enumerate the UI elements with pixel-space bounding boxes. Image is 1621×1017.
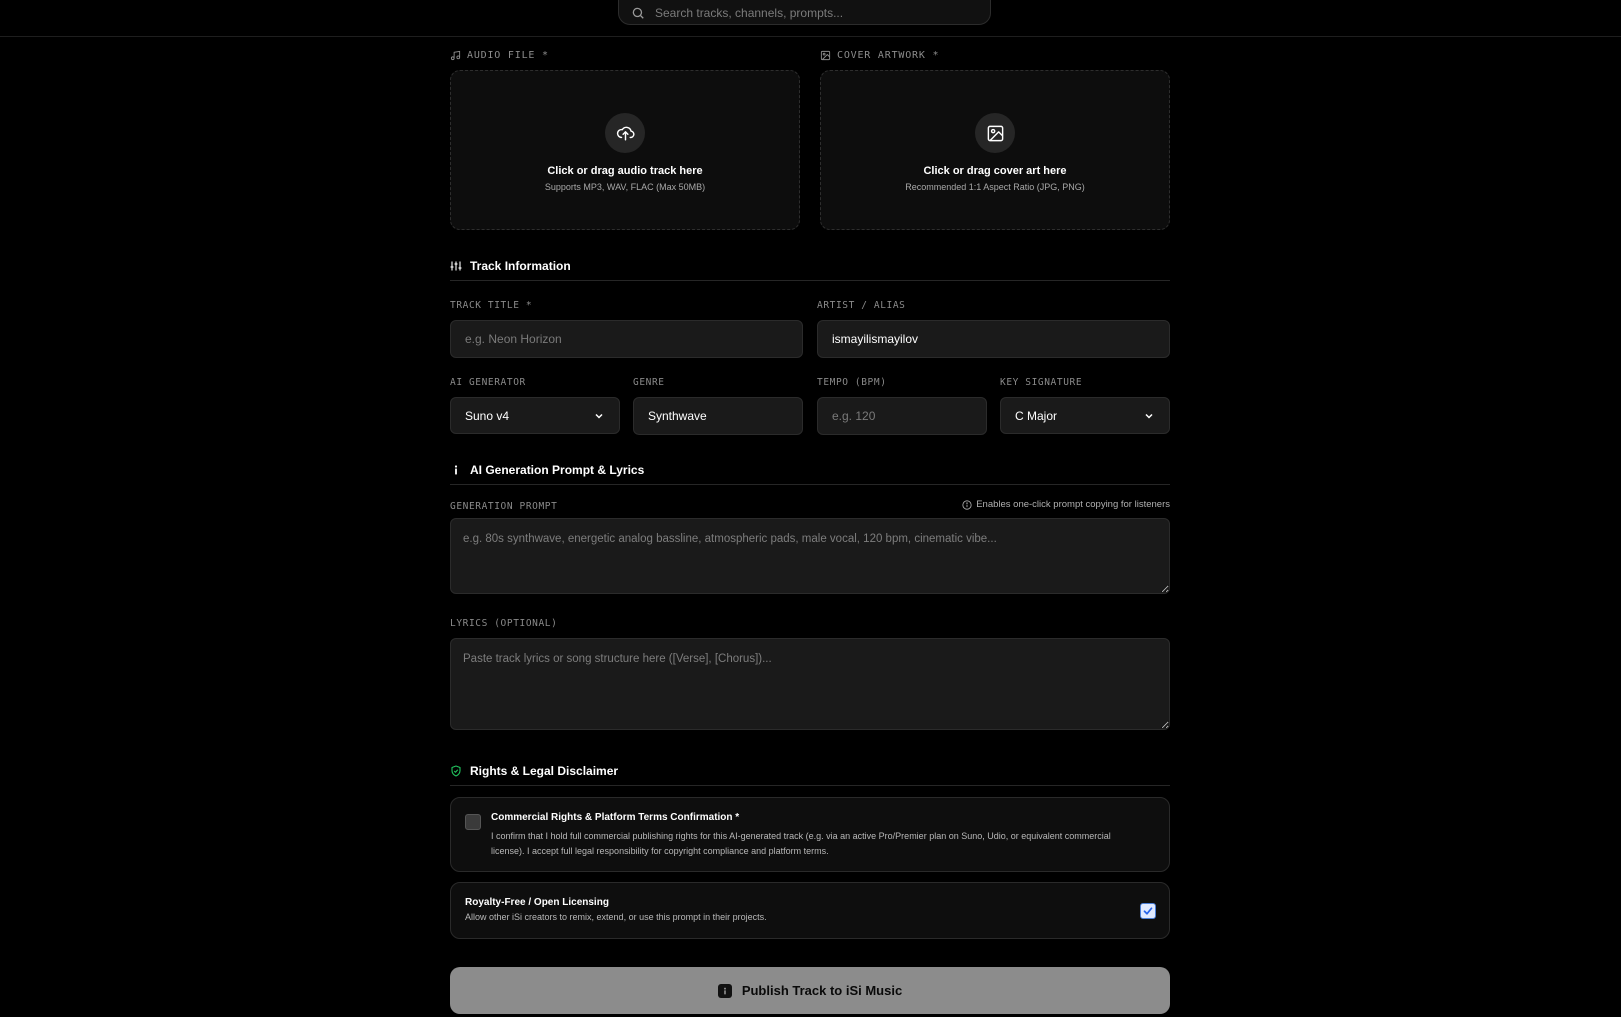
shield-check-icon: [451, 764, 461, 777]
audio-dropzone-title: Click or drag audio track here: [547, 165, 703, 177]
generation-prompt-label: GENERATION PROMPT: [450, 501, 558, 512]
isi-logo-icon: [454, 464, 458, 474]
cover-artwork-label: COVER ARTWORK *: [820, 50, 939, 61]
track-title-input[interactable]: [450, 320, 803, 358]
commercial-rights-text: I confirm that I hold full commercial pu…: [491, 831, 1111, 856]
commercial-rights-checkbox[interactable]: [465, 814, 481, 830]
key-signature-label: KEY SIGNATURE: [1000, 377, 1083, 388]
cloud-upload-icon: [616, 126, 635, 141]
music-note-icon: [450, 50, 461, 61]
audio-file-label: AUDIO FILE *: [450, 50, 549, 61]
key-signature-select[interactable]: C Major: [1000, 397, 1170, 434]
tempo-input[interactable]: [817, 397, 987, 435]
royalty-free-card[interactable]: Royalty-Free / Open Licensing Allow othe…: [450, 882, 1170, 939]
check-icon: [1143, 907, 1153, 915]
search-input[interactable]: Search tracks, channels, prompts...: [655, 6, 843, 20]
publish-track-button[interactable]: Publish Track to iSi Music: [450, 967, 1170, 1014]
generation-prompt-textarea[interactable]: [450, 518, 1170, 594]
ai-generator-select[interactable]: Suno v4: [450, 397, 620, 434]
image-icon-circle: [975, 113, 1015, 153]
prompt-hint: Enables one-click prompt copying for lis…: [962, 499, 1170, 510]
cover-dropzone-subtitle: Recommended 1:1 Aspect Ratio (JPG, PNG): [905, 182, 1085, 192]
image-icon: [987, 125, 1003, 141]
audio-dropzone-subtitle: Supports MP3, WAV, FLAC (Max 50MB): [544, 182, 706, 192]
track-title-label: TRACK TITLE *: [450, 300, 533, 311]
chevron-down-icon: [1145, 413, 1153, 419]
search-icon: [632, 7, 644, 19]
top-bar: Search tracks, channels, prompts...: [0, 0, 1621, 37]
artist-label: ARTIST / ALIAS: [817, 300, 906, 311]
prompt-lyrics-heading: AI Generation Prompt & Lyrics: [450, 455, 1170, 485]
royalty-free-checkbox[interactable]: [1140, 903, 1156, 919]
commercial-rights-card[interactable]: Commercial Rights & Platform Terms Confi…: [450, 797, 1170, 872]
artist-input[interactable]: [817, 320, 1170, 358]
rights-legal-heading: Rights & Legal Disclaimer: [450, 756, 1170, 786]
cover-dropzone-title: Click or drag cover art here: [923, 165, 1067, 177]
cover-dropzone[interactable]: Click or drag cover art here Recommended…: [820, 70, 1170, 230]
genre-input[interactable]: [633, 397, 803, 435]
genre-label: GENRE: [633, 377, 665, 388]
info-icon: [962, 499, 972, 510]
ai-generator-label: AI GENERATOR: [450, 377, 526, 388]
lyrics-label: LYRICS (OPTIONAL): [450, 618, 558, 629]
image-icon: [820, 50, 831, 61]
lyrics-textarea[interactable]: [450, 638, 1170, 730]
tempo-label: TEMPO (BPM): [817, 377, 887, 388]
royalty-free-title: Royalty-Free / Open Licensing: [465, 897, 609, 908]
chevron-down-icon: [595, 413, 603, 419]
upload-icon-circle: [605, 113, 645, 153]
track-information-heading: Track Information: [450, 251, 1170, 281]
isi-logo-icon: [717, 983, 732, 998]
royalty-free-desc: Allow other iSi creators to remix, exten…: [465, 912, 767, 922]
sliders-icon: [450, 261, 462, 270]
commercial-rights-title: Commercial Rights & Platform Terms Confi…: [491, 812, 740, 823]
audio-dropzone[interactable]: Click or drag audio track here Supports …: [450, 70, 800, 230]
search-bar[interactable]: Search tracks, channels, prompts...: [618, 0, 991, 25]
